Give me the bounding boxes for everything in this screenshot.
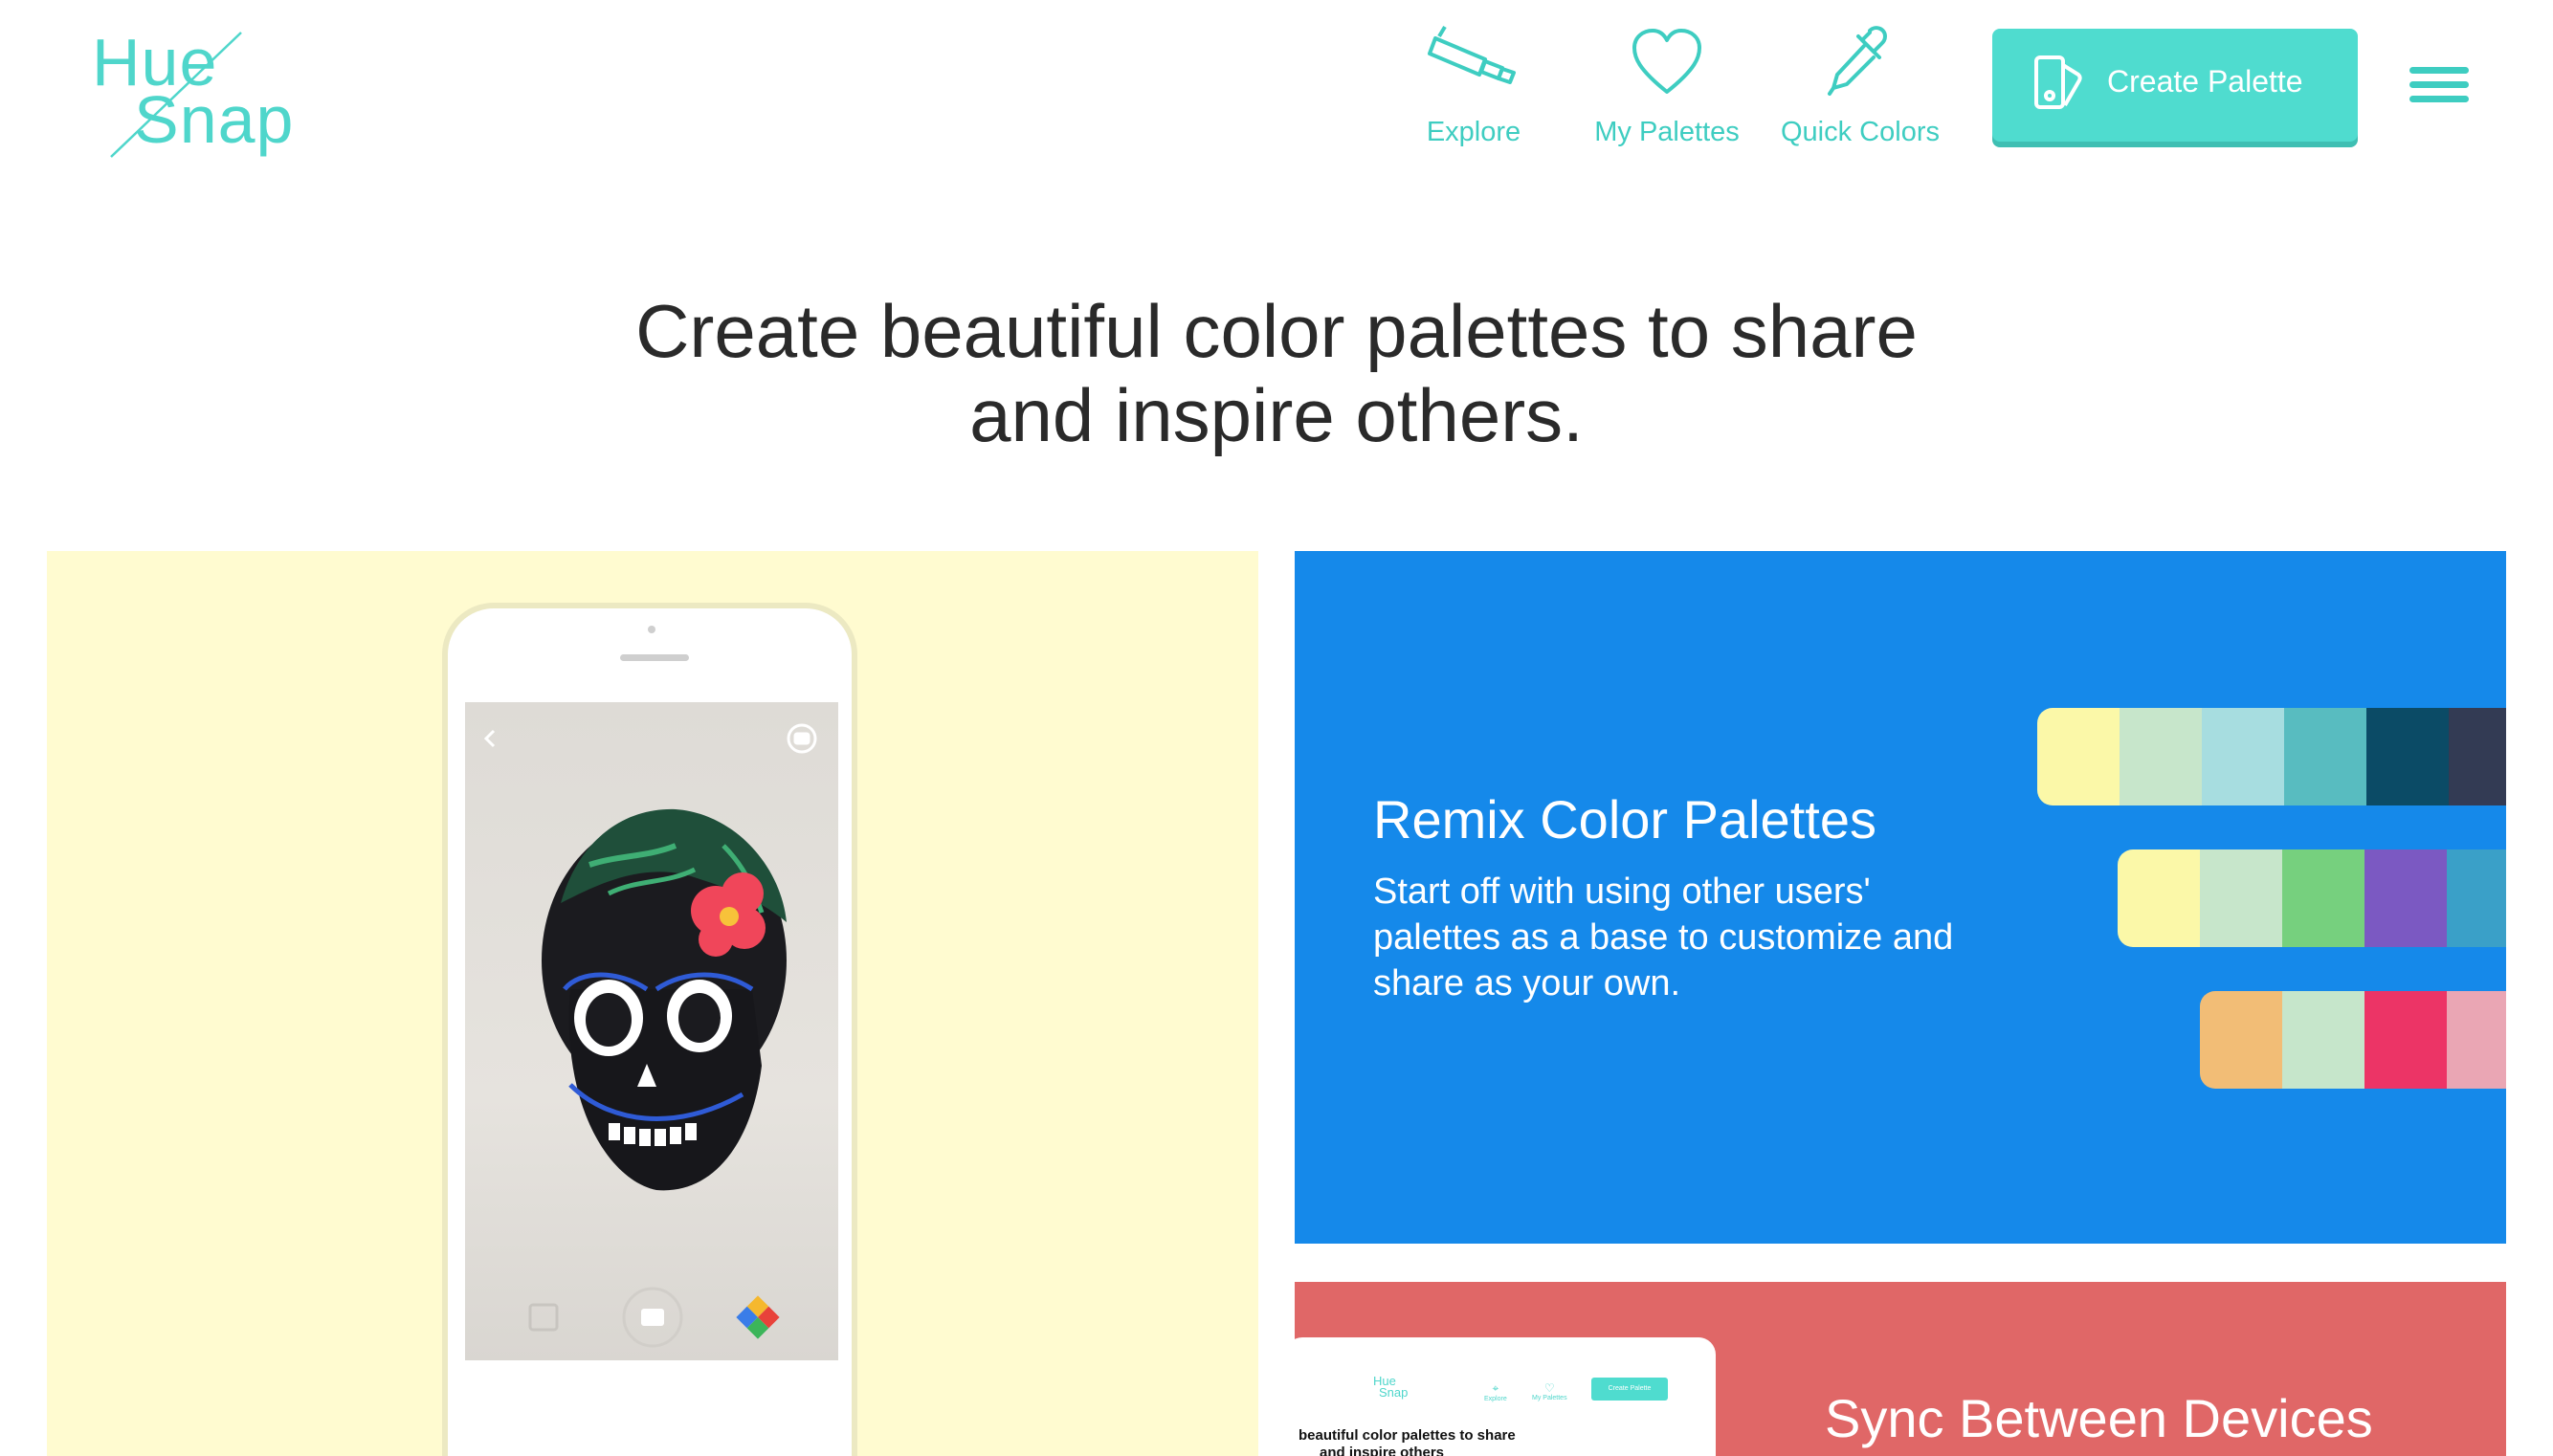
skull-photo-image bbox=[483, 723, 817, 1348]
logo-slash-icon bbox=[110, 32, 242, 158]
create-palette-label: Create Palette bbox=[2107, 64, 2303, 99]
create-palette-button[interactable]: Create Palette bbox=[1992, 29, 2358, 142]
preview-heading-line2: and inspire others bbox=[1320, 1445, 1445, 1456]
phone-mockup bbox=[442, 603, 857, 1456]
preview-nav-explore-label: Explore bbox=[1484, 1396, 1507, 1402]
palette-1-swatch-4[interactable] bbox=[2284, 708, 2366, 805]
palette-2-swatch-1[interactable] bbox=[2118, 849, 2200, 947]
palette-2-swatch-4[interactable] bbox=[2364, 849, 2447, 947]
palette-3-swatch-2[interactable] bbox=[2282, 991, 2364, 1089]
palette-1-swatch-6[interactable] bbox=[2449, 708, 2506, 805]
phone-screen bbox=[465, 702, 838, 1360]
palette-swatch-icon bbox=[2034, 55, 2082, 109]
hero-heading-line2: and inspire others. bbox=[969, 373, 1584, 457]
preview-logo-snap: Snap bbox=[1379, 1385, 1409, 1400]
remix-panel: Remix Color Palettes Start off with usin… bbox=[1295, 551, 2506, 1244]
palette-strip-1 bbox=[2037, 708, 2506, 805]
palette-2-swatch-2[interactable] bbox=[2200, 849, 2282, 947]
nav-my-palettes[interactable]: My Palettes bbox=[1571, 25, 1763, 159]
preview-nav-my-palettes: ♡ My Palettes bbox=[1532, 1381, 1567, 1401]
phone-speaker bbox=[620, 654, 689, 661]
hero-heading-line1: Create beautiful color palettes to share bbox=[635, 289, 1918, 373]
telescope-icon bbox=[1428, 25, 1516, 84]
preview-heading-line1: beautiful color palettes to share bbox=[1299, 1427, 1516, 1444]
nav-explore[interactable]: Explore bbox=[1378, 25, 1569, 159]
remix-title: Remix Color Palettes bbox=[1373, 789, 1876, 849]
phone-showcase-panel bbox=[47, 551, 1258, 1456]
palette-1-swatch-5[interactable] bbox=[2366, 708, 2449, 805]
remix-description: Start off with using other users' palett… bbox=[1373, 871, 1954, 1004]
preview-nav-explore: ⌖ Explore bbox=[1484, 1381, 1507, 1402]
preview-nav-my-palettes-label: My Palettes bbox=[1532, 1395, 1567, 1401]
palette-1-swatch-3[interactable] bbox=[2202, 708, 2284, 805]
sync-title: Sync Between Devices bbox=[1825, 1388, 2373, 1448]
phone-camera bbox=[648, 626, 655, 633]
palette-2-swatch-5[interactable] bbox=[2447, 849, 2506, 947]
desktop-preview: Hue Snap ⌖ Explore ♡ My Palettes Create … bbox=[1295, 1337, 1716, 1456]
palette-strip-3 bbox=[2200, 991, 2506, 1089]
heart-icon bbox=[1632, 29, 1701, 94]
eyedropper-icon bbox=[1828, 26, 1887, 96]
palette-3-swatch-1[interactable] bbox=[2200, 991, 2282, 1089]
preview-logo: Hue Snap bbox=[1373, 1375, 1409, 1400]
preview-create-button: Create Palette bbox=[1591, 1378, 1668, 1401]
palette-3-swatch-4[interactable] bbox=[2447, 991, 2506, 1089]
palette-strip-2 bbox=[2118, 849, 2506, 947]
palette-3-swatch-3[interactable] bbox=[2364, 991, 2447, 1089]
palette-1-swatch-2[interactable] bbox=[2120, 708, 2202, 805]
sync-panel: Hue Snap ⌖ Explore ♡ My Palettes Create … bbox=[1295, 1282, 2506, 1456]
palette-2-swatch-3[interactable] bbox=[2282, 849, 2364, 947]
nav-quick-colors-label: Quick Colors bbox=[1781, 117, 1940, 147]
palette-1-swatch-1[interactable] bbox=[2037, 708, 2120, 805]
nav-my-palettes-label: My Palettes bbox=[1594, 117, 1740, 147]
hero-heading: Create beautiful color palettes to share… bbox=[0, 289, 2553, 457]
hamburger-menu-icon[interactable] bbox=[2409, 67, 2469, 107]
nav-explore-label: Explore bbox=[1426, 117, 1521, 147]
nav-quick-colors[interactable]: Quick Colors bbox=[1765, 25, 1956, 159]
preview-heading: beautiful color palettes to share and in… bbox=[1299, 1427, 1516, 1456]
logo[interactable]: Hue Snap bbox=[88, 29, 308, 163]
